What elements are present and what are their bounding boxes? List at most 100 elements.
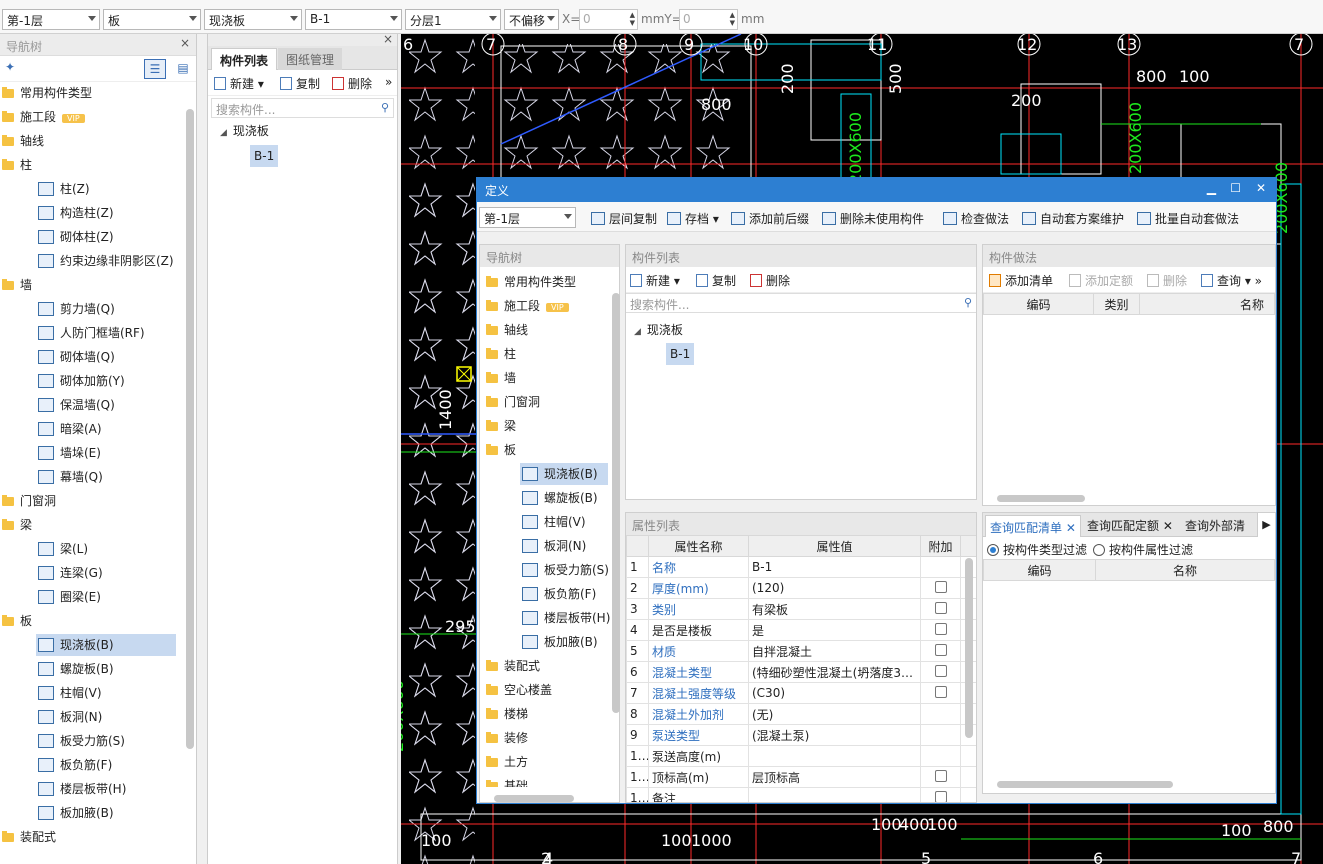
sparkle-icon[interactable]: ✦ [5, 60, 15, 74]
property-value[interactable]: (120) [748, 577, 921, 599]
dialog-floor-select[interactable]: 第-1层 [479, 207, 576, 228]
filter-by-attr-radio[interactable]: 按构件属性过滤 [1093, 541, 1193, 558]
dialog-component-item[interactable]: B-1 [666, 343, 695, 365]
collapse-icon[interactable]: ◢ [634, 327, 641, 337]
auto-scheme-button[interactable]: 自动套方案维护 [1022, 210, 1124, 227]
tab-query-list[interactable]: 查询匹配清单 ✕ [985, 515, 1081, 537]
checkbox[interactable] [934, 685, 947, 698]
dialog-nav-item[interactable]: 常用构件类型 [484, 271, 576, 293]
close-icon[interactable]: × [383, 32, 393, 46]
component-item[interactable]: B-1 [250, 145, 279, 167]
property-row[interactable]: 12 备注 [626, 787, 976, 802]
nav-item[interactable]: 板 [0, 610, 180, 632]
nav-item[interactable]: 连梁(G) [36, 562, 176, 584]
dialog-nav-item[interactable]: 梁 [484, 415, 516, 437]
nav-item[interactable]: 保温墙(Q) [36, 394, 176, 416]
property-value[interactable]: (C30) [748, 682, 921, 704]
search-icon[interactable]: ⚲ [381, 101, 389, 114]
nav-item[interactable]: 墙垛(E) [36, 442, 176, 464]
property-value[interactable] [748, 787, 921, 802]
nav-item[interactable]: 板负筋(F) [36, 754, 176, 776]
add-quota-button[interactable]: 添加定额 [1069, 272, 1133, 289]
nav-item[interactable]: 柱(Z) [36, 178, 176, 200]
dialog-nav-item[interactable]: 柱帽(V) [520, 511, 586, 533]
delete-unused-button[interactable]: 删除未使用构件 [822, 210, 924, 227]
close-icon[interactable]: ✕ [1163, 519, 1173, 533]
nav-item[interactable]: 暗梁(A) [36, 418, 176, 440]
property-row[interactable]: 2 厚度(mm) (120) [626, 577, 976, 599]
property-value[interactable]: (特细砂塑性混凝土(坍落度35... [748, 661, 921, 683]
tab-query-quota[interactable]: 查询匹配定额 ✕ [1087, 517, 1173, 534]
checkbox[interactable] [934, 643, 947, 656]
dialog-nav-item[interactable]: 基础 [484, 775, 528, 787]
property-row[interactable]: 7 混凝土强度等级 (C30) [626, 682, 976, 704]
chevron-right-icon[interactable]: ▶ [1257, 513, 1275, 537]
maximize-icon[interactable]: ☐ [1230, 181, 1241, 195]
method-delete-button[interactable]: 删除 [1147, 272, 1187, 289]
dialog-nav-item[interactable]: 楼层板带(H) [520, 607, 610, 629]
property-row[interactable]: 11 顶标高(m) 层顶标高 [626, 766, 976, 788]
property-row[interactable]: 8 混凝土外加剂 (无) [626, 703, 976, 725]
checkbox[interactable] [934, 790, 947, 802]
property-row[interactable]: 3 类别 有梁板 [626, 598, 976, 620]
dialog-nav-item[interactable]: 轴线 [484, 319, 528, 341]
dialog-nav-item[interactable]: 柱 [484, 343, 516, 365]
nav-item[interactable]: 楼层板带(H) [36, 778, 176, 800]
floor-select[interactable]: 第-1层 [2, 9, 100, 30]
dialog-nav-item[interactable]: 现浇板(B) [520, 463, 608, 485]
property-value[interactable]: 层顶标高 [748, 766, 921, 788]
nav-item[interactable]: 板受力筋(S) [36, 730, 176, 752]
dialog-component-group[interactable]: ◢ 现浇板 [634, 319, 683, 341]
property-row[interactable]: 4 是否是楼板是 [626, 619, 976, 641]
close-icon[interactable]: ✕ [1256, 181, 1266, 195]
tab-query-external[interactable]: 查询外部清 [1185, 517, 1257, 534]
dialog-nav-item[interactable]: 板 [484, 439, 516, 461]
method-hscrollbar[interactable] [997, 495, 1085, 502]
nav-item[interactable]: 门窗洞 [0, 490, 180, 512]
nav-item[interactable]: 砌体墙(Q) [36, 346, 176, 368]
new-button[interactable]: 新建 ▾ [214, 75, 264, 92]
property-row[interactable]: 5 材质 自拌混凝土 [626, 640, 976, 662]
card-view-icon[interactable]: ▤ [172, 59, 194, 79]
nav-item[interactable]: 现浇板(B) [36, 634, 176, 656]
dialog-nav-item[interactable]: 施工段 VIP [484, 295, 569, 317]
dialog-delete-button[interactable]: 删除 [750, 272, 790, 289]
offset-select[interactable]: 不偏移 [504, 9, 559, 30]
add-list-button[interactable]: 添加清单 [989, 272, 1053, 289]
nav-item[interactable]: 施工段 VIP [0, 106, 180, 128]
query-button[interactable]: 查询 ▾ » [1201, 272, 1262, 289]
collapse-icon[interactable]: ◢ [220, 128, 227, 138]
type-select[interactable]: 现浇板 [204, 9, 302, 30]
close-icon[interactable]: ✕ [1066, 521, 1076, 535]
x-input[interactable]: 0 ▲ ▼ [579, 9, 638, 30]
nav-item[interactable]: 板洞(N) [36, 706, 176, 728]
dialog-nav-scrollbar[interactable] [612, 293, 620, 713]
dialog-nav-item[interactable]: 板负筋(F) [520, 583, 596, 605]
nav-item[interactable]: 装配式 [0, 826, 180, 848]
checkbox[interactable] [934, 601, 947, 614]
search-icon[interactable]: ⚲ [964, 296, 972, 309]
dialog-nav-hscrollbar[interactable] [494, 795, 574, 802]
dialog-nav-item[interactable]: 空心楼盖 [484, 679, 552, 701]
property-value[interactable]: (无) [748, 703, 921, 725]
delete-button[interactable]: 删除 [332, 75, 372, 92]
spinner-icon[interactable]: ▲ ▼ [630, 11, 635, 27]
checkbox[interactable] [934, 664, 947, 677]
nav-scrollbar[interactable] [186, 109, 194, 749]
property-value[interactable]: 自拌混凝土 [748, 640, 921, 662]
add-prefix-suffix-button[interactable]: 添加前后缀 [731, 210, 809, 227]
nav-item[interactable]: 砌体加筋(Y) [36, 370, 176, 392]
property-value[interactable]: B-1 [748, 556, 921, 578]
nav-item[interactable]: 梁 [0, 514, 180, 536]
checkbox[interactable] [934, 580, 947, 593]
dialog-search-input[interactable]: 搜索构件... ⚲ [626, 293, 976, 313]
property-value[interactable]: 是 [748, 619, 921, 641]
nav-item[interactable]: 常用构件类型 [0, 82, 180, 104]
nav-item[interactable]: 砌体柱(Z) [36, 226, 176, 248]
minimize-icon[interactable]: ▁ [1207, 181, 1216, 195]
dialog-nav-item[interactable]: 土方 [484, 751, 528, 773]
checkbox[interactable] [934, 769, 947, 782]
properties-scrollbar[interactable] [965, 558, 973, 738]
close-icon[interactable]: × [180, 36, 190, 50]
filter-by-type-radio[interactable]: 按构件类型过滤 [987, 541, 1087, 558]
